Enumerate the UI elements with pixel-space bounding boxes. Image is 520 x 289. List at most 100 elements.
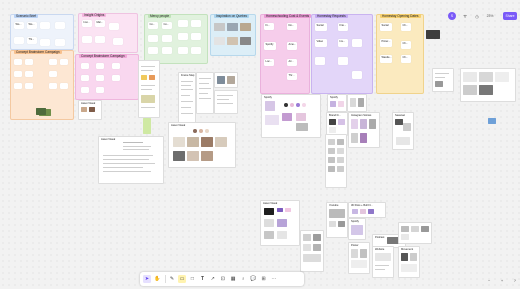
sticky-note[interactable] (82, 36, 92, 43)
moodboard-card[interactable] (214, 90, 238, 114)
sticky-note[interactable]: Ch... (401, 23, 411, 31)
seasnac-card[interactable]: Seasnac (392, 112, 414, 150)
text-tool-icon[interactable]: T (199, 275, 207, 283)
image-thumbnail[interactable] (227, 23, 238, 31)
help-icon[interactable]: ? (514, 278, 516, 283)
sticky-note[interactable]: Ame... (287, 42, 297, 50)
sticky-note[interactable] (81, 75, 89, 81)
sticky-note[interactable]: Co... (148, 22, 158, 29)
sticky-note[interactable] (352, 71, 362, 79)
frame-homeschooling-cost[interactable]: Homeschooling Cost & Events Fi... Do... … (260, 14, 312, 94)
widgets-tool-icon[interactable]: ⊞ (260, 275, 268, 283)
sticky-note[interactable] (81, 63, 89, 69)
sticky-note[interactable]: Pinter... (380, 39, 392, 47)
poster-card[interactable]: Poster (348, 242, 370, 274)
sticky-note[interactable] (14, 71, 22, 77)
connector-tool-icon[interactable]: ↗ (209, 275, 217, 283)
spotify-card[interactable]: Spotify (261, 94, 321, 138)
sticky-note[interactable]: Insi... (82, 20, 92, 27)
sticky-note[interactable]: Thi... (27, 37, 37, 44)
sticky-note[interactable] (14, 83, 22, 89)
gallery-column[interactable] (325, 134, 347, 188)
notes-card[interactable] (196, 72, 214, 114)
image-thumbnail[interactable] (143, 118, 151, 134)
reference-doc[interactable] (460, 68, 516, 102)
sticky-note[interactable] (178, 20, 188, 27)
sticky-note-tool-icon[interactable]: ▭ (178, 275, 187, 283)
sticky-note[interactable]: Air... (287, 59, 297, 66)
sticky-note[interactable] (162, 47, 172, 54)
asset-visual-board[interactable]: Asset Visual (168, 122, 236, 168)
select-tool-icon[interactable]: ➤ (143, 275, 151, 283)
brand-card[interactable]: Brand D... (326, 112, 348, 136)
frame-homestay-requests[interactable]: Homestay Requests Social Frie... Video I… (311, 14, 373, 94)
sticky-note[interactable] (315, 57, 325, 65)
sticky-note[interactable]: Wo... (27, 22, 37, 29)
image-thumbnail[interactable] (488, 118, 496, 124)
share-button[interactable]: Share (503, 12, 517, 20)
image-thumbnail[interactable] (426, 30, 440, 39)
image-thumbnail[interactable] (240, 23, 251, 31)
sticky-note[interactable] (25, 83, 33, 89)
section-tool-icon[interactable]: ⊡ (219, 275, 227, 283)
zoom-out-button[interactable]: − (488, 278, 490, 283)
movement-card[interactable]: Movement (398, 246, 420, 278)
sticky-note[interactable] (25, 59, 33, 65)
sticky-note[interactable]: Co... (162, 22, 172, 29)
frame-concept-brainstorm-2[interactable]: Concept Brainstorm Campaign (75, 54, 139, 100)
frame-map-card[interactable]: Frame Map (178, 72, 196, 124)
event-themes-card[interactable] (398, 222, 432, 244)
sticky-note[interactable] (148, 47, 158, 54)
sticky-note[interactable] (40, 39, 50, 46)
sticky-note[interactable]: Ch... (401, 41, 411, 49)
sticky-note[interactable] (14, 37, 24, 44)
more-tools-icon[interactable]: ⋯ (270, 275, 278, 283)
asset-card[interactable]: Asset Visual (78, 100, 102, 120)
frame-insight-origins[interactable]: Insight Origins Insi... Mar... (78, 13, 138, 53)
filter-icon[interactable]: ⛛ (462, 12, 468, 20)
sticky-note[interactable] (55, 39, 65, 46)
timer-icon[interactable]: ◷ (474, 12, 480, 20)
sticky-note[interactable]: Fi... (264, 23, 274, 30)
sticky-note[interactable] (338, 57, 348, 65)
image-thumbnail[interactable] (214, 23, 225, 31)
sticky-note[interactable] (81, 87, 89, 93)
sticky-note[interactable] (96, 63, 104, 69)
sticky-note[interactable] (49, 59, 57, 65)
sticky-note[interactable] (55, 22, 65, 29)
sticky-note[interactable] (49, 71, 57, 77)
frame-homestay-opening[interactable]: Homestay Opening Dates Social Ch... Pint… (376, 14, 424, 94)
table-tool-icon[interactable]: ▦ (229, 275, 237, 283)
sticky-note[interactable] (25, 71, 33, 77)
zoom-in-button[interactable]: + (501, 278, 503, 283)
sticky-note[interactable] (178, 33, 188, 40)
sticky-note[interactable] (14, 59, 22, 65)
sticky-note[interactable] (148, 35, 158, 42)
sticky-note[interactable] (40, 22, 50, 29)
instagram-card[interactable]: Instagram Stories (348, 112, 380, 148)
sticky-note[interactable]: Ins... (338, 39, 348, 47)
sticky-note[interactable] (352, 39, 362, 47)
sticky-note[interactable] (162, 35, 172, 42)
comment-tool-icon[interactable]: 💬 (249, 275, 257, 283)
image-thumbnail[interactable] (214, 37, 225, 45)
sticky-note[interactable] (60, 59, 68, 65)
sticky-note[interactable] (178, 47, 188, 54)
sticky-note[interactable] (112, 75, 120, 81)
shape-tool-icon[interactable]: □ (188, 275, 196, 283)
sticky-note[interactable] (191, 33, 201, 40)
sticky-note[interactable]: Frie... (338, 23, 348, 31)
sticky-note[interactable]: Wo... (14, 22, 24, 29)
sticky-note[interactable] (60, 83, 68, 89)
sticky-note[interactable]: Video (315, 39, 327, 47)
avatar[interactable]: S (448, 12, 456, 20)
sticky-note[interactable]: Loc... (264, 59, 274, 66)
sticky-note[interactable]: Wande... (380, 55, 392, 63)
sticky-note[interactable] (49, 83, 57, 89)
sticky-note[interactable] (109, 23, 119, 30)
gallery-strip[interactable] (300, 230, 324, 272)
image-thumbnail[interactable] (36, 108, 46, 115)
spotify-card[interactable]: Spotify (327, 94, 347, 112)
sticky-note[interactable] (96, 87, 104, 93)
youtube-card[interactable]: Youtube (326, 202, 348, 238)
